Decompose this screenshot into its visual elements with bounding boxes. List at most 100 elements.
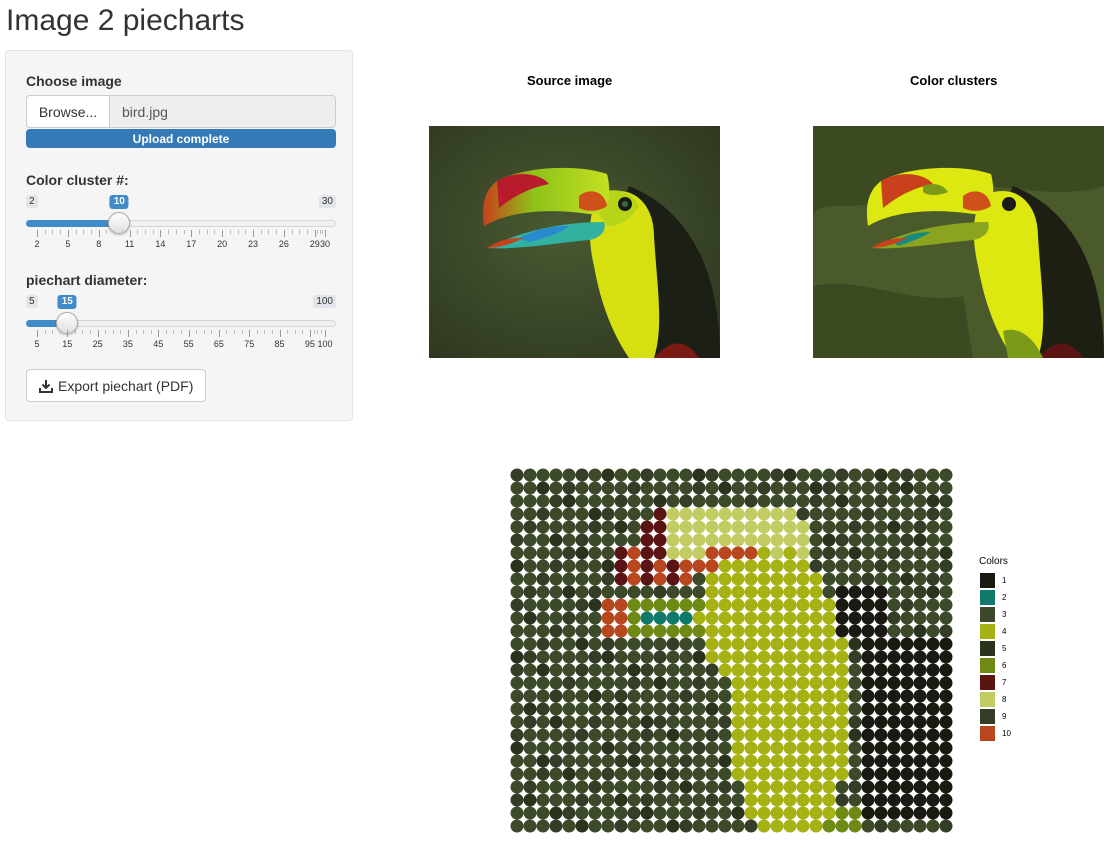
pie-dot	[536, 585, 550, 599]
pie-dot	[783, 598, 797, 612]
pie-dot	[731, 767, 745, 781]
pie-dot	[562, 702, 576, 716]
slider-tick	[97, 330, 99, 337]
pie-dot	[549, 702, 563, 716]
pie-dot	[575, 624, 589, 638]
pie-dot	[614, 741, 628, 755]
pie-dot	[913, 611, 927, 625]
pie-dot	[510, 494, 524, 508]
pie-dot	[796, 507, 810, 521]
pie-dot	[874, 702, 888, 716]
legend-title: Colors	[979, 556, 1008, 567]
pie-dot	[549, 637, 563, 651]
pie-dot	[562, 481, 576, 495]
pie-dot	[562, 572, 576, 586]
color-cluster-slider[interactable]: 2 30 10 2 5 8 11 14 17 20 23 26 29 30	[26, 195, 336, 255]
pie-dot	[770, 572, 784, 586]
slider-minor-tick	[137, 230, 139, 234]
piechart-diameter-slider[interactable]: 5 100 15 5 15 25 35 45 55 65 75 85 95 100	[26, 295, 336, 355]
legend-label: 4	[1002, 627, 1007, 636]
pie-dot	[575, 793, 589, 807]
pie-dot	[718, 611, 732, 625]
pie-dot	[822, 572, 836, 586]
pie-dot	[757, 741, 771, 755]
pie-dot	[874, 650, 888, 664]
pie-dot	[822, 793, 836, 807]
slider-minor-tick	[214, 230, 216, 234]
export-piechart-button[interactable]: Export piechart (PDF)	[26, 369, 207, 402]
pie-dot	[809, 481, 823, 495]
pie-dot	[835, 754, 849, 768]
pie-dot	[692, 650, 706, 664]
pie-dot	[926, 507, 940, 521]
pie-dot	[601, 637, 615, 651]
pie-dot	[874, 754, 888, 768]
pie-dot	[679, 481, 693, 495]
pie-dot	[835, 806, 849, 820]
pie-dot	[718, 468, 732, 482]
slider-tick	[222, 230, 224, 237]
pie-dot	[523, 767, 537, 781]
pie-dot	[913, 598, 927, 612]
pie-dot	[601, 702, 615, 716]
slider-tick-label: 23	[247, 239, 259, 249]
pie-dot	[939, 754, 953, 768]
pie-dot	[783, 728, 797, 742]
browse-button[interactable]: Browse...	[26, 95, 109, 128]
pie-dot	[666, 494, 680, 508]
pie-dot	[744, 702, 758, 716]
pie-dot	[718, 507, 732, 521]
slider-tick	[67, 230, 69, 237]
pie-dot	[874, 572, 888, 586]
pie-dot	[601, 481, 615, 495]
pie-dot	[770, 559, 784, 573]
pie-dot	[523, 611, 537, 625]
pie-dot	[796, 611, 810, 625]
pie-dot	[913, 585, 927, 599]
pie-dot	[809, 572, 823, 586]
pie-dot	[588, 650, 602, 664]
pie-dot	[848, 507, 862, 521]
pie-dot	[666, 468, 680, 482]
file-input[interactable]: Browse... bird.jpg	[26, 95, 336, 128]
pie-dot	[562, 520, 576, 534]
pie-dot	[848, 793, 862, 807]
slider-ticks: 2 5 8 11 14 17 20 23 26 29 30	[26, 230, 336, 254]
pie-dot	[783, 650, 797, 664]
pie-dot	[874, 507, 888, 521]
slider-minor-tick	[106, 230, 108, 234]
pie-dot	[926, 728, 940, 742]
pie-dot	[835, 494, 849, 508]
pie-dot	[705, 676, 719, 690]
pie-dot	[575, 754, 589, 768]
legend-label: 9	[1002, 712, 1007, 721]
pie-dot	[718, 676, 732, 690]
pie-dot	[601, 754, 615, 768]
slider-minor-tick	[135, 330, 137, 334]
slider-tick-label: 45	[153, 339, 164, 349]
pie-dot	[653, 598, 667, 612]
pie-dot	[549, 650, 563, 664]
pie-dot	[744, 468, 758, 482]
pie-dot	[653, 741, 667, 755]
pie-dot	[809, 624, 823, 638]
slider-tick	[188, 330, 190, 337]
pie-dot	[731, 546, 745, 560]
pie-dot	[861, 611, 875, 625]
slider-minor-tick	[206, 230, 208, 234]
pie-dot	[796, 637, 810, 651]
pie-dot	[900, 546, 914, 560]
pie-dot	[614, 507, 628, 521]
pie-dot	[757, 546, 771, 560]
pie-dot	[757, 572, 771, 586]
pie-dot	[861, 572, 875, 586]
pie-dot	[679, 676, 693, 690]
pie-dot	[653, 546, 667, 560]
slider-minor-tick	[268, 230, 270, 234]
pie-dot	[926, 754, 940, 768]
pie-dot	[848, 468, 862, 482]
pie-dot	[874, 663, 888, 677]
pie-dot	[666, 637, 680, 651]
pie-dot	[666, 585, 680, 599]
pie-dot	[627, 806, 641, 820]
